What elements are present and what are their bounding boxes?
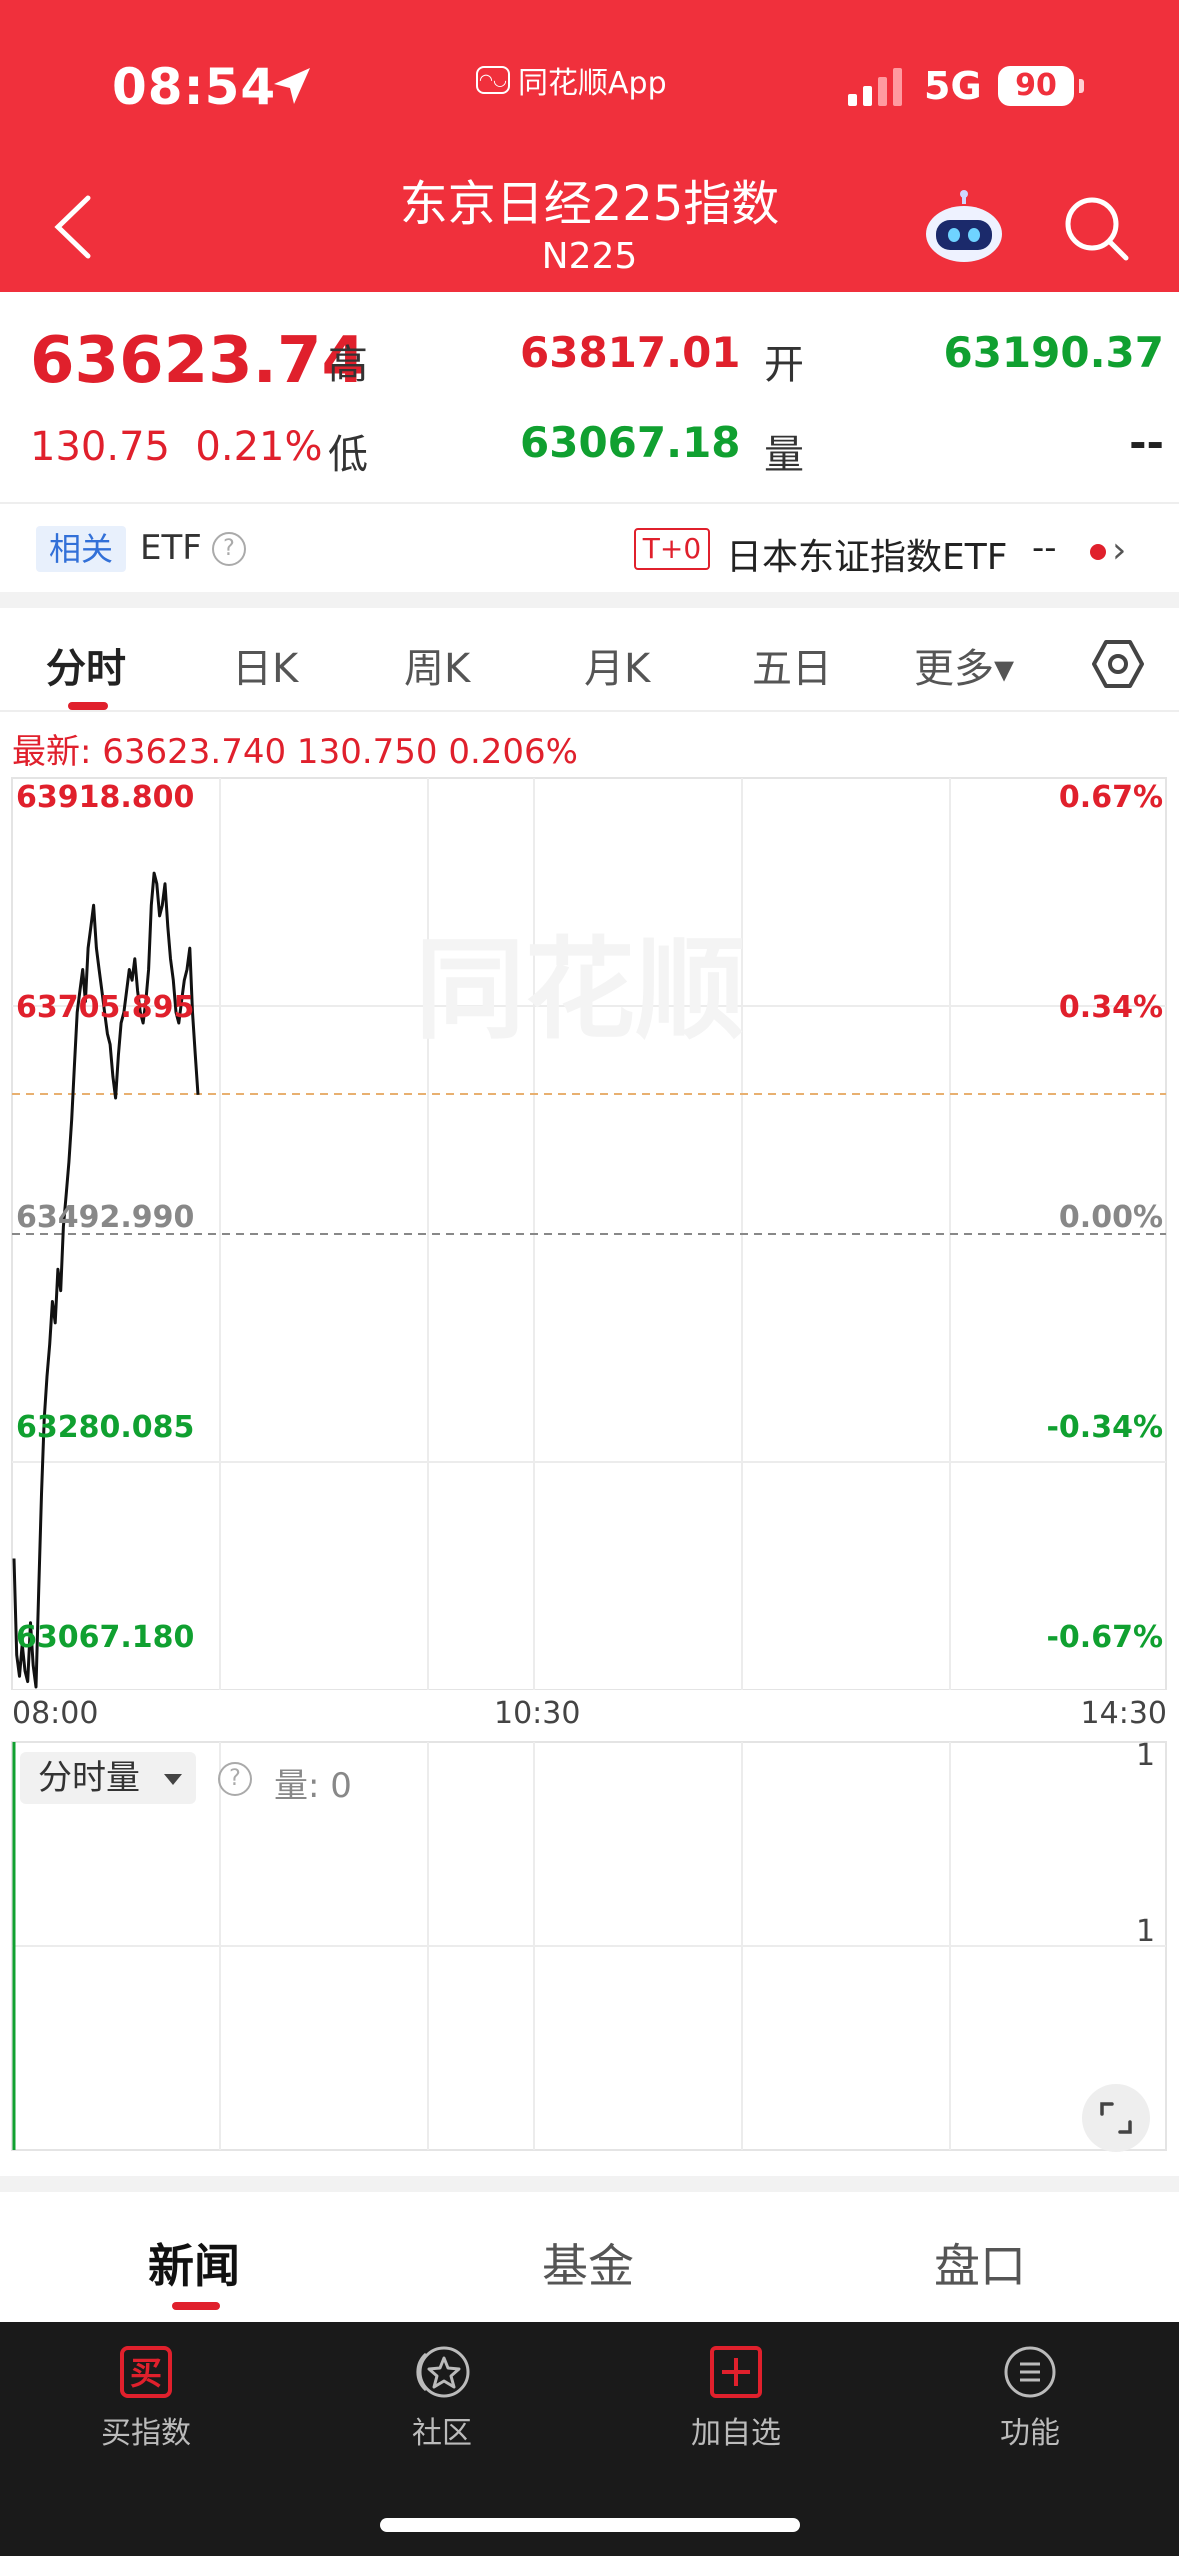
y-label-left: 63067.180 (16, 1620, 195, 1655)
nav-community[interactable]: 社区 (342, 2344, 542, 2452)
y-label-left: 63280.085 (16, 1410, 195, 1445)
tab-daily-k[interactable]: 日K (232, 636, 298, 694)
tab-weekly-k[interactable]: 周K (404, 636, 470, 694)
volume-selector[interactable]: 分时量 (20, 1752, 196, 1804)
y-label-right: 0.67% (1058, 780, 1163, 815)
y-label-right: 0.00% (1058, 1200, 1163, 1235)
y-label-right: -0.67% (1046, 1620, 1163, 1655)
divider (0, 2176, 1179, 2192)
x-label: 10:30 (494, 1696, 581, 1731)
volume-axis-top: 1 (1136, 1738, 1156, 1773)
nav-buy-index[interactable]: 买 买指数 (46, 2344, 246, 2452)
menu-icon (1002, 2344, 1058, 2400)
tab-underline (68, 702, 108, 710)
help-icon[interactable]: ? (218, 1762, 252, 1796)
volume-label: 量 (764, 432, 804, 478)
related-tag: 相关 (36, 526, 126, 572)
low-value: 63067.18 (520, 418, 741, 467)
nav-label: 加自选 (691, 2416, 781, 2451)
buy-icon: 买 (118, 2344, 174, 2400)
etf-name[interactable]: 日本东证指数ETF (726, 528, 1007, 580)
network-type: 5G (924, 64, 982, 108)
nav-label: 买指数 (101, 2416, 191, 2451)
watermark: 同花顺 (415, 926, 745, 1054)
volume-readout: 量: 0 (274, 1766, 352, 1806)
volume-value: -- (1129, 418, 1164, 467)
open-label: 开 (764, 342, 804, 388)
high-value: 63817.01 (520, 328, 741, 377)
tab-more[interactable]: 更多▾ (914, 636, 1014, 694)
current-price: 63623.74 (30, 324, 367, 398)
nav-add-watchlist[interactable]: 加自选 (636, 2344, 836, 2452)
quote-panel: 63623.74 130.75 0.21% 高 63817.01 开 63190… (0, 292, 1179, 502)
y-label-left: 63918.800 (16, 780, 195, 815)
battery-icon: 90 (998, 66, 1084, 106)
volume-axis-mid: 1 (1136, 1914, 1156, 1949)
content-tabs: 新闻 基金 盘口 (0, 2192, 1179, 2322)
status-time: 08:54 (112, 58, 277, 116)
y-label-right: -0.34% (1046, 1410, 1163, 1445)
svg-text:买: 买 (130, 2354, 162, 2392)
tab-intraday[interactable]: 分时 (46, 636, 126, 694)
community-star-icon (414, 2344, 470, 2400)
home-indicator (380, 2518, 800, 2532)
y-label-left: 63705.895 (16, 990, 195, 1025)
etf-status-dot (1090, 544, 1106, 560)
related-etf-row[interactable]: 相关 ETF ? T+0 日本东证指数ETF -- › (0, 502, 1179, 592)
low-label: 低 (328, 432, 368, 478)
etf-label: ETF (140, 528, 202, 568)
status-app: ◠◡ 同花顺App (476, 58, 667, 102)
tab-order-book[interactable]: 盘口 (934, 2230, 1026, 2296)
change-value: 130.75 (30, 424, 170, 470)
chevron-right-icon[interactable]: › (1112, 530, 1126, 571)
tab-underline (172, 2302, 220, 2310)
signal-icon (848, 68, 902, 106)
nav-label: 社区 (412, 2416, 472, 2451)
location-arrow-icon (274, 68, 310, 104)
y-label-left: 63492.990 (16, 1200, 195, 1235)
price-change: 130.75 0.21% (30, 424, 322, 470)
x-label: 14:30 (1080, 1696, 1167, 1731)
settings-hexagon-icon[interactable] (1092, 638, 1144, 690)
change-percent: 0.21% (195, 424, 323, 470)
tab-funds[interactable]: 基金 (542, 2230, 634, 2296)
help-icon[interactable]: ? (212, 532, 246, 566)
header: 08:54 ◠◡ 同花顺App 5G 90 东京日经225指数 N225 (0, 0, 1179, 292)
nav-functions[interactable]: 功能 (930, 2344, 1130, 2452)
chart-tabs: 分时 日K 周K 月K 五日 更多▾ (0, 608, 1179, 712)
caret-down-icon (164, 1774, 182, 1785)
tab-monthly-k[interactable]: 月K (584, 636, 650, 694)
high-label: 高 (328, 342, 368, 388)
status-app-name: 同花顺App (518, 66, 667, 101)
search-icon[interactable] (1062, 194, 1130, 262)
latest-quote: 最新: 63623.740 130.750 0.206% (12, 732, 578, 772)
robot-assistant-icon[interactable] (922, 190, 1006, 266)
tab-five-day[interactable]: 五日 (752, 636, 832, 694)
app-logo-icon: ◠◡ (476, 66, 510, 94)
t0-badge: T+0 (634, 528, 710, 570)
expand-icon[interactable] (1082, 2084, 1150, 2152)
divider (0, 592, 1179, 608)
volume-selector-label: 分时量 (38, 1758, 140, 1798)
etf-value: -- (1032, 528, 1057, 568)
tab-news[interactable]: 新闻 (148, 2230, 240, 2296)
y-label-right: 0.34% (1058, 990, 1163, 1025)
nav-label: 功能 (1000, 2416, 1060, 2451)
x-label: 08:00 (12, 1696, 99, 1731)
plus-icon (708, 2344, 764, 2400)
bottom-nav: 买 买指数 社区 加自选 功能 (0, 2322, 1179, 2556)
open-value: 63190.37 (943, 328, 1164, 377)
